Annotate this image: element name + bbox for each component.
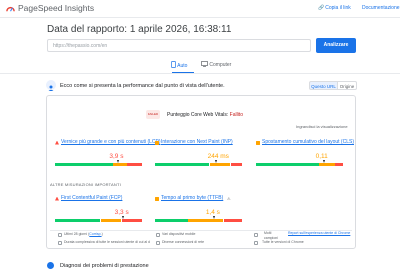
tab-divider <box>0 73 400 74</box>
visit-duration: Durata complessiva di tutte le sessioni … <box>64 240 150 244</box>
experimental-icon[interactable]: ⚠ <box>227 196 231 201</box>
other-dist-bar-1-poor <box>223 219 243 222</box>
core-value-1: 244 ms <box>207 153 229 160</box>
status-needs-improvement-icon <box>155 196 159 201</box>
core-dist-bar-1-good <box>155 163 210 166</box>
copy-link[interactable]: 🔗Copia il link <box>318 4 351 12</box>
devices-icon <box>156 233 160 237</box>
other-dist-bar-1-average <box>188 219 224 222</box>
report-date: Data del rapporto: 1 aprile 2026, 16:38:… <box>47 24 232 35</box>
other-label-1[interactable]: Tempo al primo byte (TTFB) <box>161 195 223 202</box>
url-input[interactable]: https://thepassio.com/en <box>47 39 311 52</box>
docs-link[interactable]: Documentazione <box>362 4 400 12</box>
other-dist-bar-0-average <box>100 219 122 222</box>
core-dist-bar-0-poor <box>127 163 143 166</box>
assessment-result: Fallito <box>229 112 243 118</box>
period-link[interactable]: Corrisp. <box>89 232 101 236</box>
chrome-icon <box>254 241 258 245</box>
expand-view-link[interactable]: Ingrandisci la visualizzazione <box>296 124 348 130</box>
calendar-icon <box>58 233 62 237</box>
toggle-origin[interactable]: Origine <box>337 81 357 90</box>
desktop-icon <box>201 61 208 67</box>
failed-badge: FAILED <box>146 110 160 119</box>
core-dist-bar-1-average <box>209 163 231 166</box>
core-dist-bar-2-poor <box>335 163 344 166</box>
timer-icon <box>58 241 62 245</box>
url-input-value: https://thepassio.com/en <box>53 43 108 49</box>
status-needs-improvement-icon <box>256 140 260 145</box>
toggle-this-url[interactable]: Questo URL <box>309 81 338 90</box>
chrome-versions: Tutte le versioni di Chrome <box>262 240 304 244</box>
cwv-assessment: Punteggio Core Web Vitals: Fallito <box>167 112 243 118</box>
pagespeed-logo-icon[interactable] <box>6 4 15 13</box>
users-icon <box>254 233 258 237</box>
section-heading: Ecco come si presenta la performance dal… <box>60 83 225 89</box>
users-icon <box>46 80 56 91</box>
other-label-0[interactable]: First Contentful Paint (FCP) <box>61 195 122 202</box>
network-info: Diverse connessioni di rete <box>162 240 205 244</box>
core-label-2[interactable]: Spostamento cumulativo del layout (CLS) <box>262 139 354 146</box>
analyze-button[interactable]: Analizzare <box>316 38 356 53</box>
other-metrics-heading: ALTRE MISURAZIONI IMPORTANTI <box>50 182 121 187</box>
core-dist-bar-2-average <box>319 163 335 166</box>
status-needs-improvement-icon <box>155 140 159 145</box>
diagnostics-heading[interactable]: Diagnosi dei problemi di prestazione <box>60 262 149 270</box>
app-title[interactable]: PageSpeed Insights <box>18 3 94 13</box>
tab-desktop[interactable]: Computer <box>201 61 231 69</box>
core-value-2: 0,11 <box>315 153 328 160</box>
other-dist-bar-1-good <box>155 219 188 222</box>
core-label-1[interactable]: Interazione con Next Paint (INP) <box>161 139 233 146</box>
devices-info: Vari dispositivi mobile <box>162 232 196 236</box>
core-dist-bar-0-average <box>113 163 127 166</box>
other-dist-bar-0-poor <box>121 219 143 222</box>
core-dist-bar-0-good <box>55 163 113 166</box>
collection-period: Ultimi 28 giorni (Corrisp.) <box>64 232 103 236</box>
core-dist-bar-2-good <box>256 163 319 166</box>
tab-mobile[interactable]: Auto <box>171 61 187 70</box>
crux-link[interactable]: Report sull'esperienza utente di Chrome <box>288 231 350 236</box>
other-dist-bar-0-good <box>55 219 101 222</box>
diagnostics-icon <box>47 262 54 269</box>
core-label-0[interactable]: Vernice più grande e con più contenuti (… <box>61 139 161 146</box>
core-dist-bar-1-poor <box>230 163 243 166</box>
link-icon: 🔗 <box>318 5 325 11</box>
mobile-icon <box>171 61 176 68</box>
wifi-icon <box>156 241 160 245</box>
